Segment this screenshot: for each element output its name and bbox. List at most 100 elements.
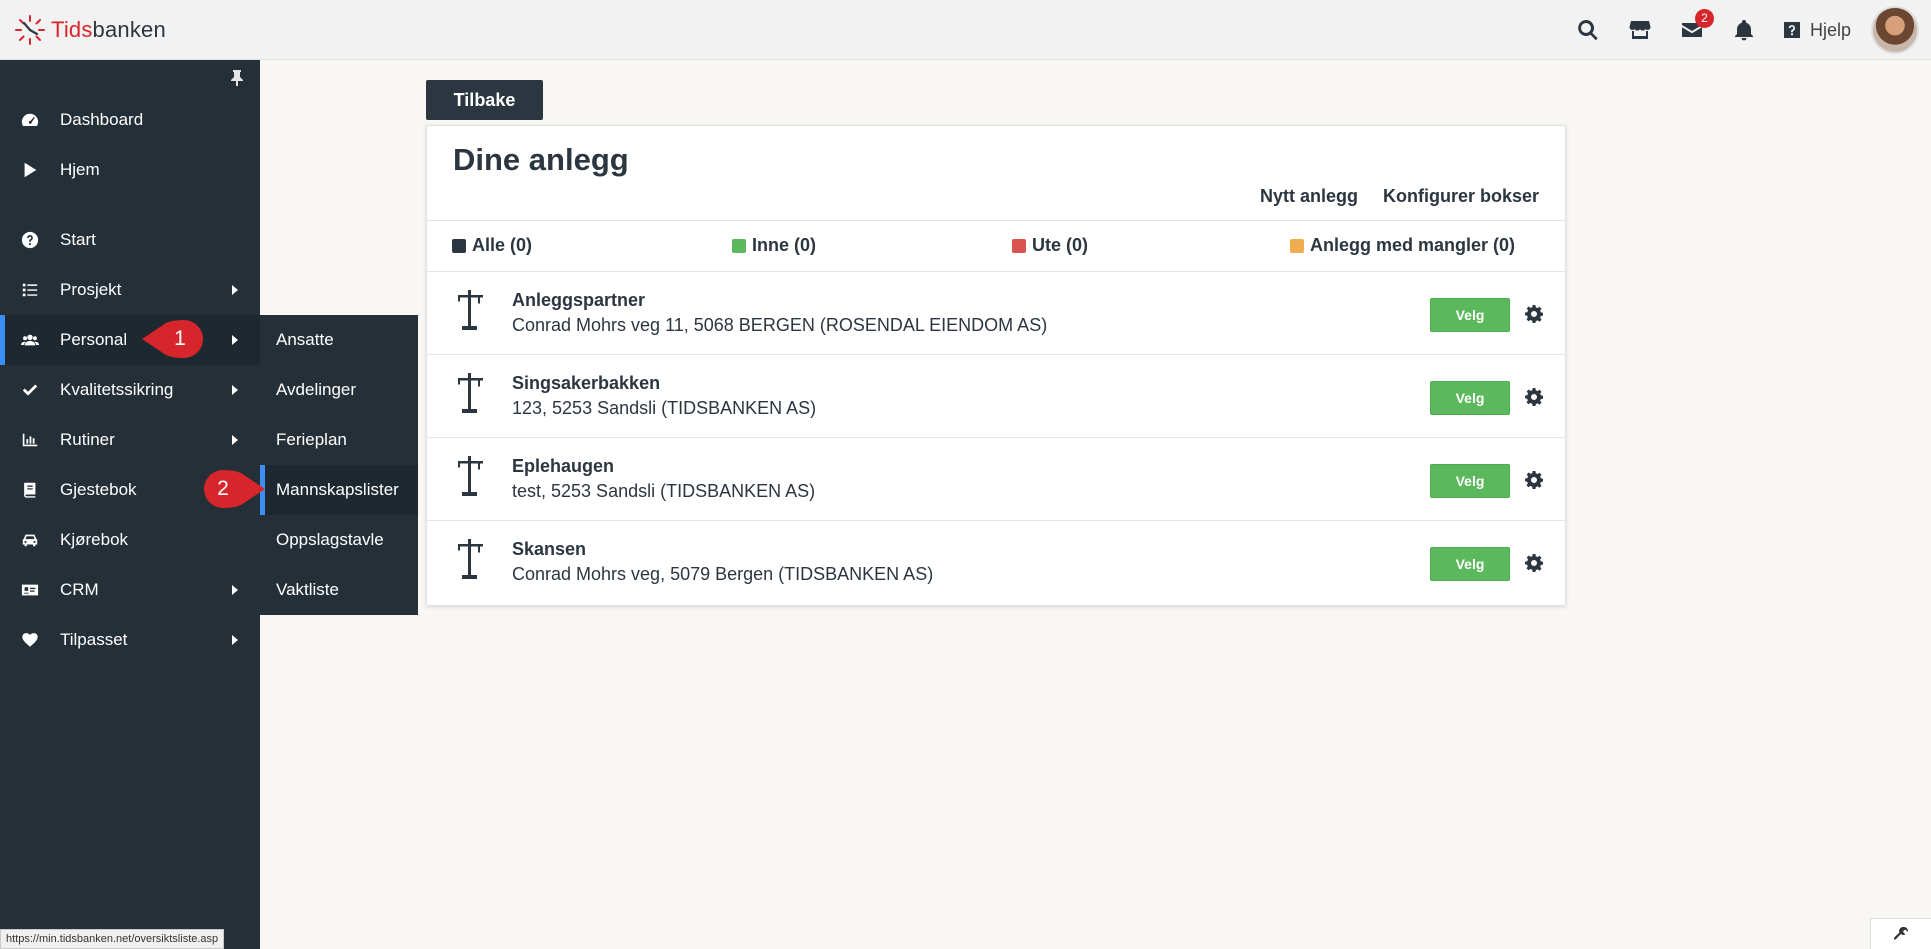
chevron-right-icon [232, 635, 238, 645]
bell-icon[interactable] [1730, 16, 1758, 44]
user-avatar[interactable] [1871, 6, 1919, 54]
question-square-icon [1783, 22, 1800, 38]
select-site-button[interactable]: Velg [1430, 298, 1510, 332]
crane-icon [455, 371, 485, 415]
site-address: Conrad Mohrs veg, 5079 Bergen (TIDSBANKE… [512, 564, 934, 584]
legend-square [1012, 238, 1026, 253]
legend-square [452, 238, 466, 253]
legend-square [732, 238, 746, 253]
list-icon [20, 280, 40, 300]
sidebar-item-label: CRM [60, 580, 99, 599]
top-bar: Tidsbanken 2 Hjelp [0, 0, 1931, 60]
site-name: Singsakerbakken [512, 373, 661, 393]
select-site-button[interactable]: Velg [1430, 547, 1510, 581]
book-icon [20, 480, 40, 500]
gear-icon[interactable] [1525, 305, 1544, 323]
mail-icon[interactable]: 2 [1678, 9, 1714, 44]
sidebar-item-start[interactable]: Start [0, 215, 260, 265]
chart-icon [20, 430, 40, 450]
submenu-item-ferieplan[interactable]: Ferieplan [260, 415, 418, 465]
sidebar-item-label: Tilpasset [60, 630, 128, 649]
heart-icon [20, 630, 40, 650]
sidebar-item-prosjekt[interactable]: Prosjekt [0, 265, 260, 315]
gear-icon[interactable] [1525, 388, 1544, 406]
step-marker-2: 2 [203, 470, 267, 508]
gauge-icon [20, 110, 40, 130]
sidebar-item-label: Prosjekt [60, 280, 122, 299]
crane-icon [455, 537, 485, 581]
help-link[interactable]: Hjelp [1782, 20, 1851, 41]
chevron-right-icon [232, 285, 238, 295]
users-icon [20, 330, 40, 350]
personal-submenu: Ansatte Avdelinger Ferieplan Mannskapsli… [260, 315, 418, 615]
search-icon[interactable] [1574, 16, 1602, 44]
submenu-item-oppslagstavle[interactable]: Oppslagstavle [260, 515, 418, 565]
help-label: Hjelp [1809, 19, 1851, 40]
filter-label: Anlegg med mangler (0) [1310, 235, 1516, 255]
sidebar-item-hjem[interactable]: Hjem [0, 145, 260, 195]
sidebar-item-label: Rutiner [60, 430, 115, 449]
filter-inside[interactable]: Inne (0) [732, 235, 816, 256]
site-name: Skansen [512, 539, 587, 559]
pin-icon[interactable] [230, 70, 244, 86]
logo-text: Tidsbanken [51, 17, 166, 42]
submenu-item-avdelinger[interactable]: Avdelinger [260, 365, 418, 415]
legend-square [1290, 238, 1304, 253]
crane-icon [455, 454, 485, 498]
filter-row: Alle (0) Inne (0) Ute (0) Anlegg med man… [427, 220, 1565, 272]
sidebar-item-label: Start [60, 230, 96, 249]
mail-badge: 2 [1694, 9, 1714, 28]
chevron-right-icon [232, 435, 238, 445]
chevron-right-icon [232, 335, 238, 345]
chevron-right-icon [232, 385, 238, 395]
filter-outside[interactable]: Ute (0) [1012, 235, 1088, 256]
filter-deficient[interactable]: Anlegg med mangler (0) [1290, 235, 1515, 256]
tidsbanken-logo[interactable]: Tidsbanken [14, 14, 166, 46]
sidebar-item-label: Personal [60, 330, 128, 349]
question-circle-icon [20, 230, 40, 250]
sidebar-item-label: Hjem [60, 160, 100, 179]
sidebar-item-kjorebok[interactable]: Kjørebok [0, 515, 260, 565]
sidebar-item-label: Kvalitetssikring [60, 380, 174, 399]
play-icon [20, 160, 40, 180]
site-address: Conrad Mohrs veg 11, 5068 BERGEN (ROSEND… [512, 315, 1048, 335]
sidebar-item-dashboard[interactable]: Dashboard [0, 95, 260, 145]
check-icon [20, 380, 40, 400]
sites-card: Dine anlegg Nytt anlegg Konfigurer bokse… [426, 125, 1566, 606]
filter-all[interactable]: Alle (0) [452, 235, 532, 256]
sidebar-item-crm[interactable]: CRM [0, 565, 260, 615]
submenu-item-mannskapslister[interactable]: Mannskapslister [260, 465, 418, 515]
select-site-button[interactable]: Velg [1430, 464, 1510, 498]
sidebar-item-kvalitetssikring[interactable]: Kvalitetssikring [0, 365, 260, 415]
back-button[interactable]: Tilbake [426, 80, 543, 120]
sidebar-item-personal[interactable]: Personal [0, 315, 260, 365]
site-row: Skansen Conrad Mohrs veg, 5079 Bergen (T… [427, 521, 1565, 604]
site-address: 123, 5253 Sandsli (TIDSBANKEN AS) [512, 398, 817, 418]
new-site-link[interactable]: Nytt anlegg [1260, 186, 1358, 207]
submenu-item-vaktliste[interactable]: Vaktliste [260, 565, 418, 615]
wrench-icon[interactable] [1870, 918, 1931, 949]
step-marker-1: 1 [140, 320, 204, 358]
sidebar-item-label: Gjestebok [60, 480, 137, 499]
car-icon [20, 530, 40, 550]
site-name: Anleggspartner [512, 290, 646, 310]
gear-icon[interactable] [1525, 554, 1544, 572]
sidebar-item-rutiner[interactable]: Rutiner [0, 415, 260, 465]
chevron-right-icon [232, 585, 238, 595]
id-card-icon [20, 580, 40, 600]
sidebar-item-label: Kjørebok [60, 530, 129, 549]
site-name: Eplehaugen [512, 456, 615, 476]
store-icon[interactable] [1626, 16, 1654, 44]
sidebar-item-label: Dashboard [60, 110, 144, 129]
filter-label: Ute (0) [1032, 235, 1089, 255]
select-site-button[interactable]: Velg [1430, 381, 1510, 415]
submenu-item-ansatte[interactable]: Ansatte [260, 315, 418, 365]
sidebar-item-tilpasset[interactable]: Tilpasset [0, 615, 260, 665]
status-bar-url: https://min.tidsbanken.net/oversiktslist… [0, 929, 225, 949]
filter-label: Alle (0) [472, 235, 533, 255]
configure-boxes-link[interactable]: Konfigurer bokser [1383, 186, 1539, 207]
site-address: test, 5253 Sandsli (TIDSBANKEN AS) [512, 481, 816, 501]
page-title: Dine anlegg [453, 142, 629, 177]
filter-label: Inne (0) [752, 235, 817, 255]
gear-icon[interactable] [1525, 471, 1544, 489]
